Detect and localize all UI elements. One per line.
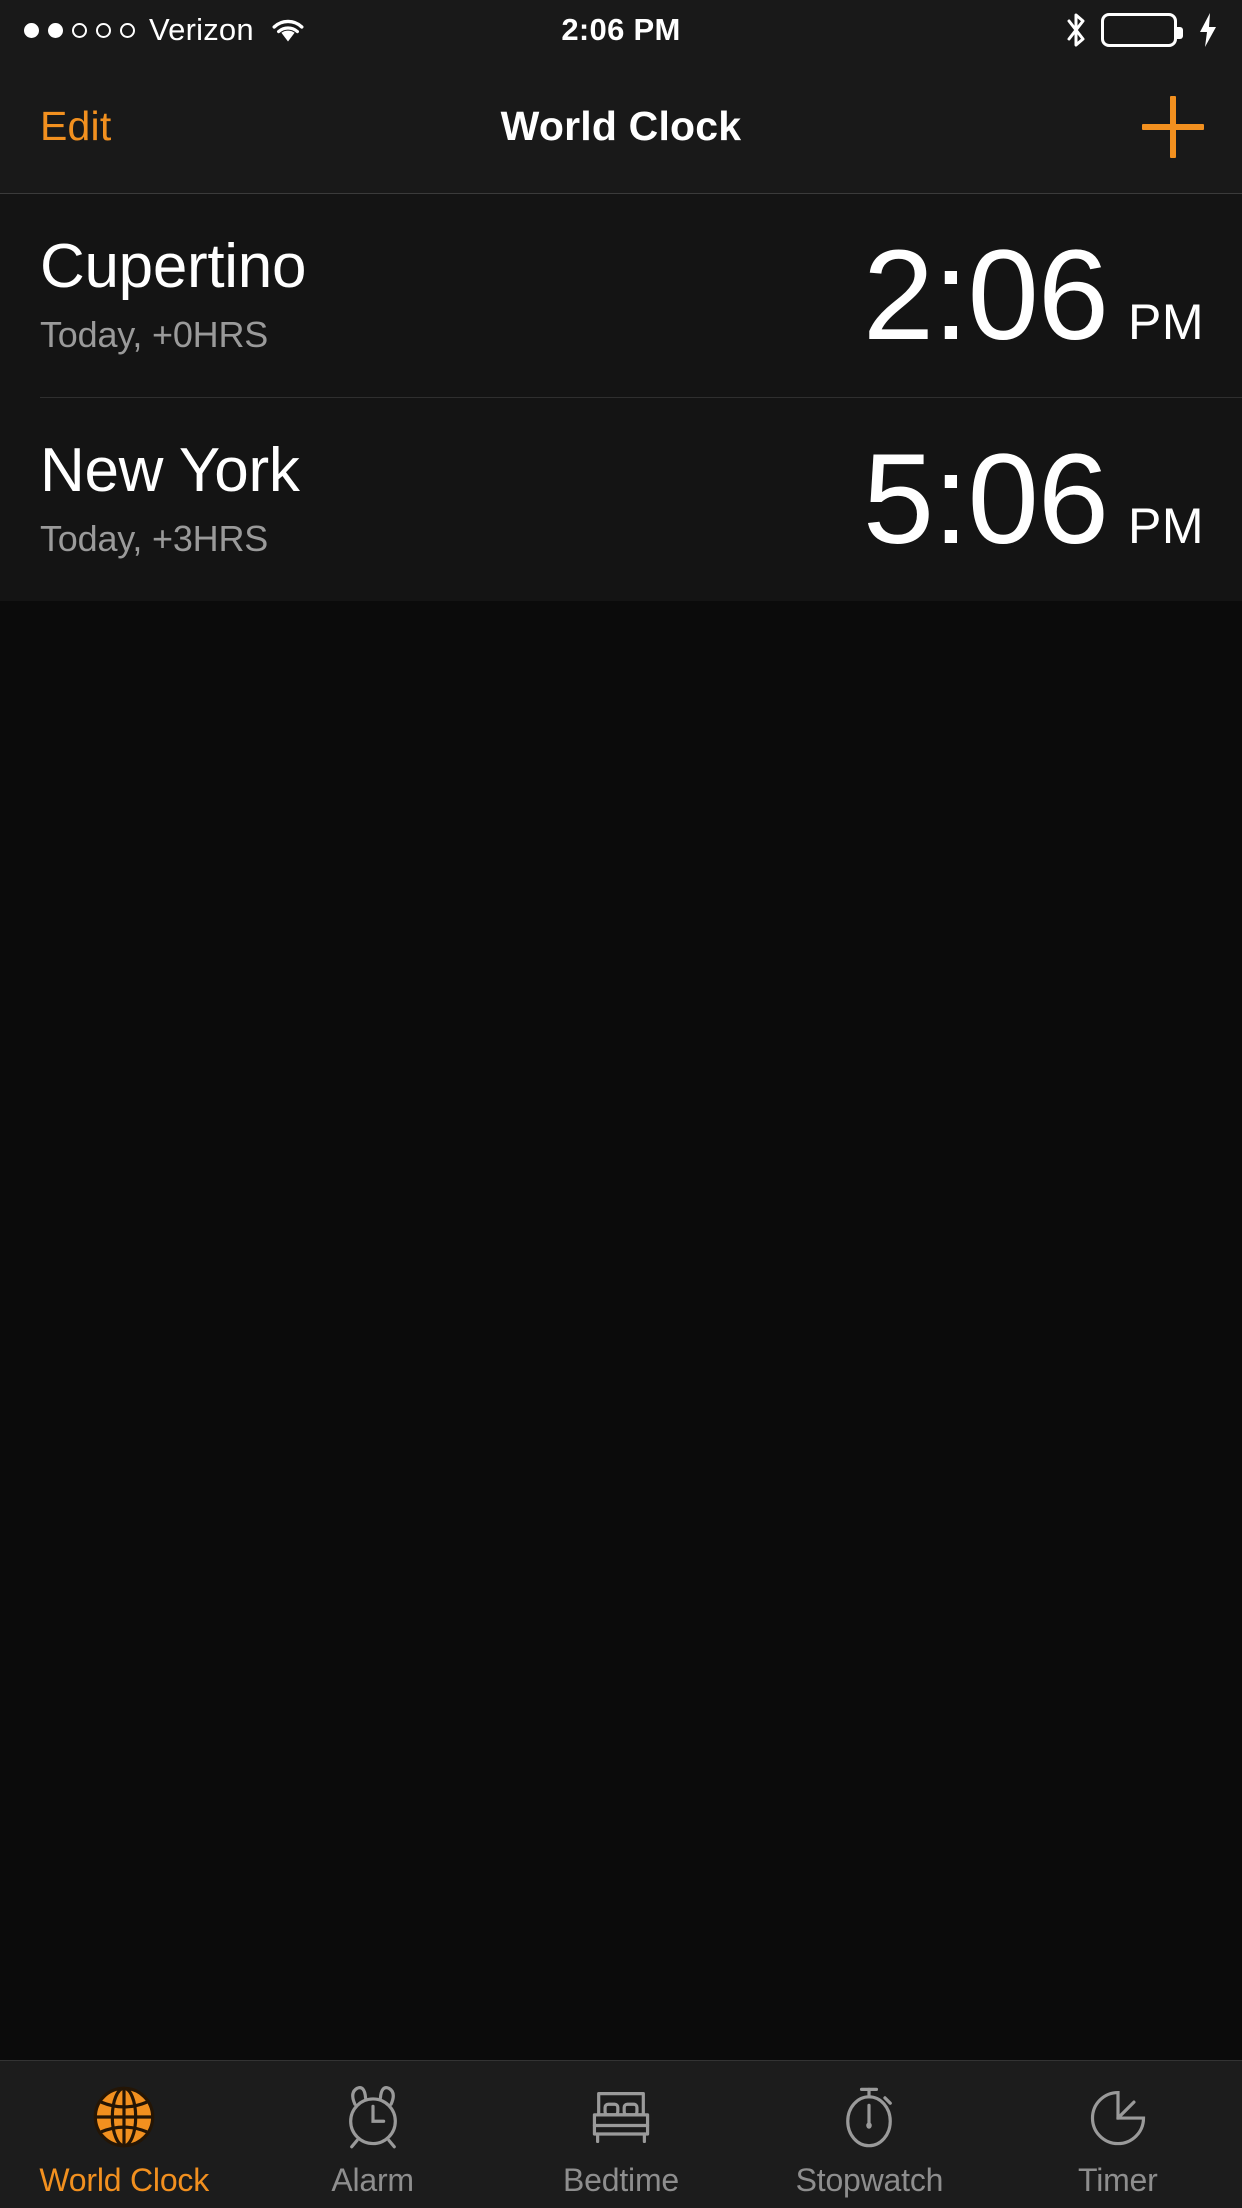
city-time: 5:06 bbox=[862, 427, 1109, 571]
city-time: 2:06 bbox=[862, 223, 1109, 367]
clock-row-text: Cupertino Today, +0HRS bbox=[40, 231, 307, 356]
status-bar: Verizon 2:06 PM bbox=[0, 0, 1242, 60]
tab-label: Timer bbox=[1078, 2162, 1158, 2198]
charging-bolt-icon bbox=[1196, 12, 1220, 48]
bed-icon bbox=[582, 2078, 660, 2156]
tab-alarm[interactable]: Alarm bbox=[248, 2061, 496, 2208]
tab-timer[interactable]: Timer bbox=[994, 2061, 1242, 2208]
tab-label: World Clock bbox=[39, 2162, 210, 2198]
tab-label: Stopwatch bbox=[795, 2162, 944, 2198]
status-bar-clock: 2:06 PM bbox=[561, 12, 681, 47]
city-name: Cupertino bbox=[40, 231, 307, 301]
alarm-clock-icon bbox=[334, 2078, 412, 2156]
city-name: New York bbox=[40, 435, 300, 505]
timer-icon bbox=[1079, 2078, 1157, 2156]
clock-row-time: 2:06 PM bbox=[862, 223, 1204, 367]
city-time-ampm: PM bbox=[1128, 293, 1204, 350]
clock-row-time: 5:06 PM bbox=[862, 427, 1204, 571]
plus-icon[interactable] bbox=[1142, 95, 1204, 158]
city-offset-label: Today, +0HRS bbox=[40, 313, 269, 355]
tab-bar: World Clock Alarm Bedtime Stopwatch Time… bbox=[0, 2060, 1242, 2208]
status-bar-right bbox=[1065, 0, 1220, 60]
tab-label: Bedtime bbox=[563, 2162, 680, 2198]
world-clock-list: Cupertino Today, +0HRS 2:06 PM New York … bbox=[0, 193, 1242, 601]
tab-bedtime[interactable]: Bedtime bbox=[497, 2061, 745, 2208]
bluetooth-icon bbox=[1065, 12, 1087, 48]
tab-stopwatch[interactable]: Stopwatch bbox=[745, 2061, 993, 2208]
navigation-bar: Edit World Clock bbox=[0, 60, 1242, 193]
clock-app-screen: Verizon 2:06 PM Edit World Clock Cuperti… bbox=[0, 0, 1242, 2208]
page-title: World Clock bbox=[500, 103, 742, 149]
city-time-ampm: PM bbox=[1128, 497, 1204, 554]
clock-row-text: New York Today, +3HRS bbox=[40, 435, 300, 560]
battery-icon bbox=[1101, 13, 1183, 47]
city-offset-label: Today, +3HRS bbox=[40, 517, 269, 559]
stopwatch-icon bbox=[830, 2078, 908, 2156]
table-row[interactable]: New York Today, +3HRS 5:06 PM bbox=[0, 398, 1242, 601]
tab-world-clock[interactable]: World Clock bbox=[0, 2061, 248, 2208]
tab-label: Alarm bbox=[331, 2162, 414, 2198]
empty-content-area bbox=[0, 601, 1242, 2060]
table-row[interactable]: Cupertino Today, +0HRS 2:06 PM bbox=[0, 194, 1242, 397]
globe-icon bbox=[85, 2078, 163, 2156]
